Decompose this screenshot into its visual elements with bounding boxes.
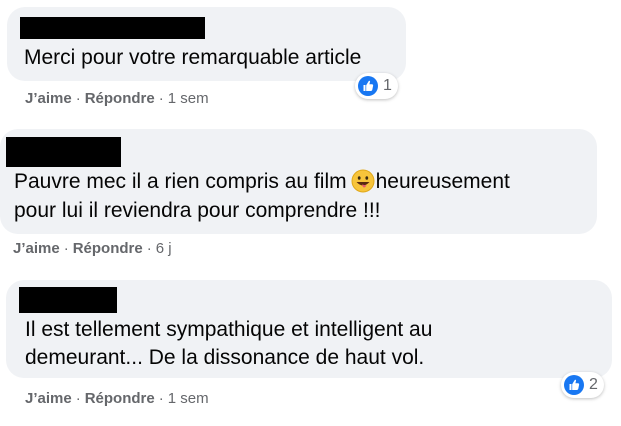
reply-link[interactable]: Répondre: [85, 90, 155, 107]
timestamp-link[interactable]: 1 sem: [168, 90, 209, 107]
grinning-tongue-emoji-icon: [351, 169, 375, 193]
reply-link[interactable]: Répondre: [73, 240, 143, 257]
comment-text-2-part1: Pauvre mec il a rien compris au film: [14, 170, 347, 193]
comment-text-2-part2: heureusement: [375, 170, 510, 193]
like-thumb-icon: [564, 375, 584, 395]
timestamp-link[interactable]: 1 sem: [168, 390, 209, 407]
comment-actions-1: J’aime · Répondre · 1 sem: [25, 90, 209, 108]
separator-dot: ·: [75, 90, 81, 107]
reply-link[interactable]: Répondre: [85, 390, 155, 407]
separator-dot: ·: [63, 240, 69, 257]
comment-text-3-line1: Il est tellement sympathique et intellig…: [25, 318, 433, 341]
comment-text-1: Merci pour votre remarquable article: [24, 46, 362, 69]
reaction-count-value: 2: [589, 376, 598, 393]
comment-text-2-line2: pour lui il reviendra pour comprendre !!…: [14, 199, 381, 222]
like-link[interactable]: J’aime: [13, 240, 60, 257]
reaction-count-1[interactable]: 1: [355, 73, 398, 99]
like-link[interactable]: J’aime: [25, 390, 72, 407]
like-thumb-icon: [358, 76, 378, 96]
separator-dot: ·: [146, 240, 152, 257]
comment-text-2-line1: Pauvre mec il a rien compris au film heu…: [14, 168, 510, 196]
separator-dot: ·: [158, 90, 164, 107]
separator-dot: ·: [158, 390, 164, 407]
reaction-count-3[interactable]: 2: [561, 372, 604, 398]
comment-text-3-line2: demeurant... De la dissonance de haut vo…: [25, 346, 425, 369]
redacted-author-name-2[interactable]: [6, 137, 121, 167]
comment-actions-3: J’aime · Répondre · 1 sem: [25, 390, 209, 408]
reaction-count-value: 1: [383, 77, 392, 94]
redacted-author-name-3[interactable]: [19, 287, 117, 313]
separator-dot: ·: [75, 390, 81, 407]
redacted-author-name-1[interactable]: [20, 17, 205, 39]
timestamp-link[interactable]: 6 j: [156, 240, 172, 257]
comment-actions-2: J’aime · Répondre · 6 j: [13, 240, 172, 258]
like-link[interactable]: J’aime: [25, 90, 72, 107]
